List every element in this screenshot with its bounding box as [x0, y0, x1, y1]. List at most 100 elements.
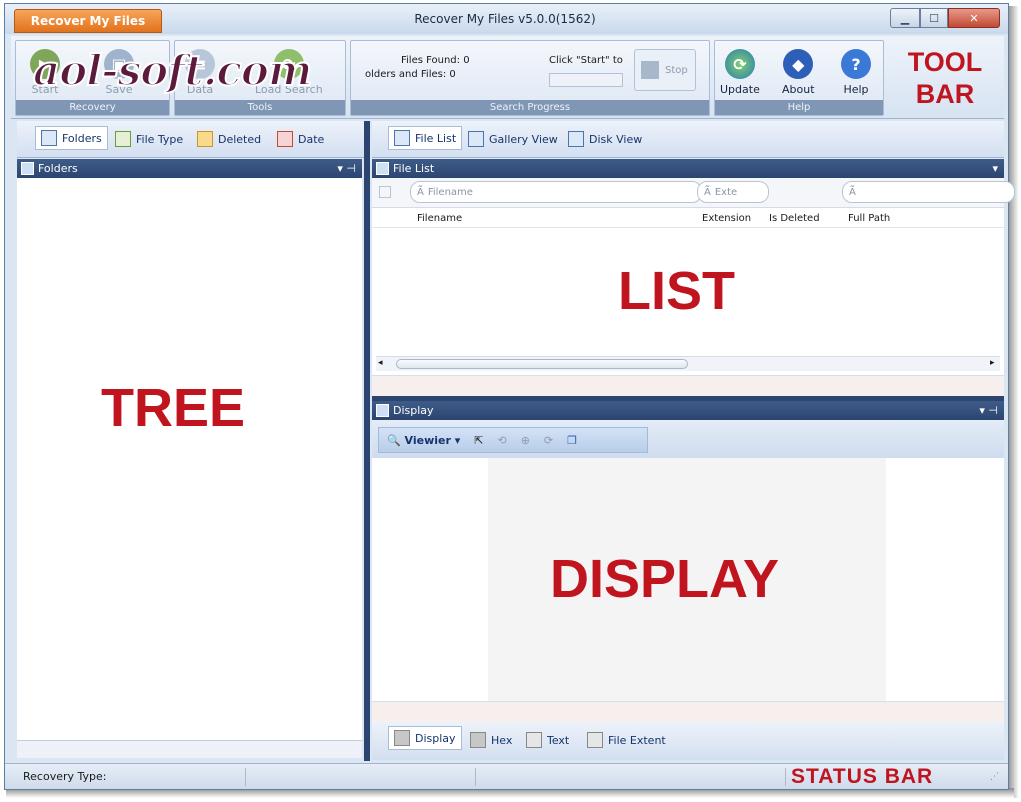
close-icon[interactable]: ✕	[948, 8, 1000, 28]
help-label: Help	[843, 83, 869, 96]
col-filename[interactable]: Filename	[417, 213, 462, 224]
tab-file-extent-label: File Extent	[608, 733, 666, 747]
export-icon[interactable]: ⇱	[474, 434, 483, 447]
viewer-label: Viewier	[404, 433, 451, 447]
tab-date[interactable]: Date	[277, 131, 324, 147]
file-list-panel-title: File List	[393, 162, 435, 175]
tab-folders[interactable]: Folders	[35, 126, 108, 150]
app-window: Recover My Files Recover My Files v5.0.0…	[4, 3, 1015, 790]
tab-file-type[interactable]: File Type	[115, 131, 183, 147]
tab-deleted[interactable]: Deleted	[197, 131, 261, 147]
status-separator	[245, 768, 246, 786]
tree-footer	[17, 740, 362, 758]
deleted-tab-icon	[197, 131, 213, 147]
display-tab-icon	[394, 730, 410, 746]
filter-ab-icon: A᷉	[417, 186, 424, 198]
tab-gallery-view[interactable]: Gallery View	[468, 131, 558, 147]
resize-grip-icon[interactable]: ⋰	[990, 772, 999, 782]
pin-icon[interactable]: ▾ ⊣	[337, 162, 362, 175]
viewer-dropdown[interactable]: 🔍 Viewier ▾	[387, 434, 460, 447]
tab-text[interactable]: Text	[526, 732, 569, 748]
col-is-deleted[interactable]: Is Deleted	[769, 213, 820, 224]
app-menu-button[interactable]: Recover My Files	[14, 9, 162, 33]
tab-display-label: Display	[415, 731, 456, 745]
file-extent-tab-icon	[587, 732, 603, 748]
scroll-thumb[interactable]	[396, 359, 688, 369]
hex-tab-icon	[470, 732, 486, 748]
file-list-area[interactable]: A᷉ Filename A᷉ Exte A᷉ Filename Extension …	[372, 178, 1015, 375]
folders-tab-icon	[41, 130, 57, 146]
col-extension[interactable]: Extension	[702, 213, 751, 224]
help-button[interactable]: ? Help	[841, 49, 871, 96]
file-list-menu-icon[interactable]: ▾	[992, 162, 1004, 175]
extension-filter[interactable]: A᷉ Exte	[697, 181, 769, 203]
start-hint-text: Click "Start" to	[549, 55, 623, 66]
tab-display[interactable]: Display	[388, 726, 462, 750]
tab-disk-view[interactable]: Disk View	[568, 131, 642, 147]
display-area[interactable]: DISPLAY	[372, 458, 1004, 701]
folders-panel-header: Folders ▾ ⊣	[17, 159, 362, 178]
stop-icon	[641, 61, 659, 79]
scroll-right-icon[interactable]: ▸	[990, 358, 995, 368]
minimize-icon[interactable]: ▁	[890, 8, 920, 28]
rotate-left-icon[interactable]: ⟲	[497, 434, 506, 447]
file-list-tab-icon	[394, 130, 410, 146]
stop-label: Stop	[665, 64, 688, 76]
help-group-label: Help	[715, 100, 883, 115]
recovery-type-text: Recovery Type:	[23, 770, 107, 783]
watermark-text: aol-soft.com	[32, 45, 313, 96]
tools-group-label: Tools	[175, 100, 345, 115]
folders-header-icon	[21, 162, 34, 175]
tab-date-label: Date	[298, 132, 325, 146]
horizontal-scrollbar[interactable]: ◂ ▸	[376, 356, 1000, 371]
tab-file-list[interactable]: File List	[388, 126, 463, 150]
tab-file-extent[interactable]: File Extent	[587, 732, 666, 748]
display-pin-icon[interactable]: ▾ ⊣	[979, 404, 1004, 417]
status-separator-3	[785, 768, 786, 786]
filename-filter[interactable]: A᷉ Filename	[410, 181, 702, 203]
search-progress-bar	[549, 73, 623, 87]
disk-tab-icon	[568, 131, 584, 147]
filter-ab-icon-2: A᷉	[704, 186, 711, 198]
filename-filter-placeholder: Filename	[427, 186, 473, 198]
tab-hex[interactable]: Hex	[470, 732, 512, 748]
filter-row: A᷉ Filename A᷉ Exte A᷉	[372, 178, 1015, 208]
copy-icon[interactable]: ❐	[567, 434, 577, 447]
column-headers: Filename Extension Is Deleted Full Path	[372, 211, 1004, 228]
folders-panel-title: Folders	[38, 162, 78, 175]
vertical-splitter[interactable]	[364, 121, 370, 761]
col-full-path[interactable]: Full Path	[848, 213, 890, 224]
about-label: About	[782, 83, 815, 96]
tab-folders-label: Folders	[62, 131, 102, 145]
list-status-strip	[372, 375, 1004, 396]
tab-file-list-label: File List	[415, 131, 457, 145]
zoom-icon[interactable]: ⊕	[521, 434, 530, 447]
extension-filter-placeholder: Exte	[714, 186, 738, 198]
full-path-filter[interactable]: A᷉	[842, 181, 1015, 203]
title-bar: Recover My Files Recover My Files v5.0.0…	[5, 4, 1008, 34]
tree-annotation: TREE	[101, 378, 246, 438]
maximize-icon[interactable]: ☐	[920, 8, 948, 28]
file-type-tab-icon	[115, 131, 131, 147]
display-status-strip	[372, 701, 1004, 722]
folder-tree[interactable]	[17, 178, 362, 740]
ribbon-group-search-progress: Files Found: 0 olders and Files: 0 Click…	[350, 40, 710, 116]
status-bar: Recovery Type: STATUS BAR ⋰	[5, 763, 1008, 789]
recovery-group-label: Recovery	[16, 100, 169, 115]
about-button[interactable]: ◆ About	[782, 49, 815, 96]
tab-hex-label: Hex	[491, 733, 513, 747]
scroll-left-icon[interactable]: ◂	[378, 358, 383, 368]
folders-files-text: olders and Files: 0	[365, 69, 456, 80]
status-separator-2	[475, 768, 476, 786]
update-button[interactable]: ⟳ Update	[720, 49, 760, 96]
stop-button[interactable]: Stop	[634, 49, 696, 91]
rotate-right-icon[interactable]: ⟳	[544, 434, 553, 447]
tab-disk-view-label: Disk View	[589, 132, 643, 146]
tab-file-type-label: File Type	[136, 132, 184, 146]
help-icon: ?	[841, 49, 871, 79]
about-icon: ◆	[783, 49, 814, 79]
update-icon: ⟳	[724, 49, 755, 79]
display-panel-header: Display ▾ ⊣	[372, 401, 1004, 420]
display-panel-title: Display	[393, 404, 434, 417]
update-label: Update	[720, 83, 760, 96]
